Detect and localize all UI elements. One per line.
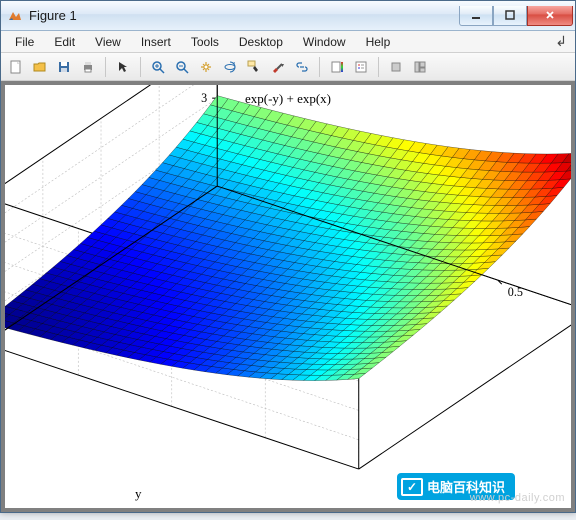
save-icon[interactable] (53, 56, 75, 78)
toolbar-separator (140, 57, 141, 77)
watermark-url: www.pc-daily.com (470, 492, 565, 504)
link-icon[interactable] (291, 56, 313, 78)
pan-icon[interactable] (195, 56, 217, 78)
toolbar-separator (319, 57, 320, 77)
edit-plot-arrow-icon[interactable] (112, 56, 134, 78)
show-plot-tools-icon[interactable] (409, 56, 431, 78)
window-controls (459, 6, 573, 26)
menu-view[interactable]: View (85, 33, 131, 51)
window-title: Figure 1 (29, 8, 459, 23)
title-bar[interactable]: Figure 1 (1, 1, 575, 31)
print-icon[interactable] (77, 56, 99, 78)
menu-file[interactable]: File (5, 33, 44, 51)
menu-help[interactable]: Help (356, 33, 401, 51)
figure-window: Figure 1 File Edit View Insert Tools Des… (0, 0, 576, 513)
toolbar-separator (105, 57, 106, 77)
matlab-icon (7, 8, 23, 24)
menu-window[interactable]: Window (293, 33, 356, 51)
minimize-button[interactable] (459, 6, 493, 26)
surface-plot[interactable]: 012345-1-0.500.51-1-0.500.51 (5, 85, 571, 520)
close-button[interactable] (527, 6, 573, 26)
svg-text:3: 3 (201, 91, 207, 105)
monitor-icon: ✓ (401, 478, 423, 496)
menu-insert[interactable]: Insert (131, 33, 181, 51)
figure-canvas[interactable]: exp(-y) + exp(x) 012345-1-0.500.51-1-0.5… (1, 81, 575, 512)
menu-bar: File Edit View Insert Tools Desktop Wind… (1, 31, 575, 53)
rotate3d-icon[interactable] (219, 56, 241, 78)
y-axis-label: y (135, 486, 142, 502)
menu-edit[interactable]: Edit (44, 33, 85, 51)
svg-text:▾: ▾ (281, 63, 284, 69)
insert-legend-icon[interactable] (350, 56, 372, 78)
toolbar: ▾ (1, 53, 575, 81)
new-figure-icon[interactable] (5, 56, 27, 78)
zoom-in-icon[interactable] (147, 56, 169, 78)
zoom-out-icon[interactable] (171, 56, 193, 78)
maximize-button[interactable] (493, 6, 527, 26)
axes[interactable]: exp(-y) + exp(x) 012345-1-0.500.51-1-0.5… (5, 85, 571, 508)
hide-plot-tools-icon[interactable] (385, 56, 407, 78)
dock-figure-icon[interactable]: ↲ (551, 33, 571, 50)
open-icon[interactable] (29, 56, 51, 78)
insert-colorbar-icon[interactable] (326, 56, 348, 78)
data-cursor-icon[interactable] (243, 56, 265, 78)
menu-desktop[interactable]: Desktop (229, 33, 293, 51)
toolbar-separator (378, 57, 379, 77)
brush-icon[interactable]: ▾ (267, 56, 289, 78)
menu-tools[interactable]: Tools (181, 33, 229, 51)
